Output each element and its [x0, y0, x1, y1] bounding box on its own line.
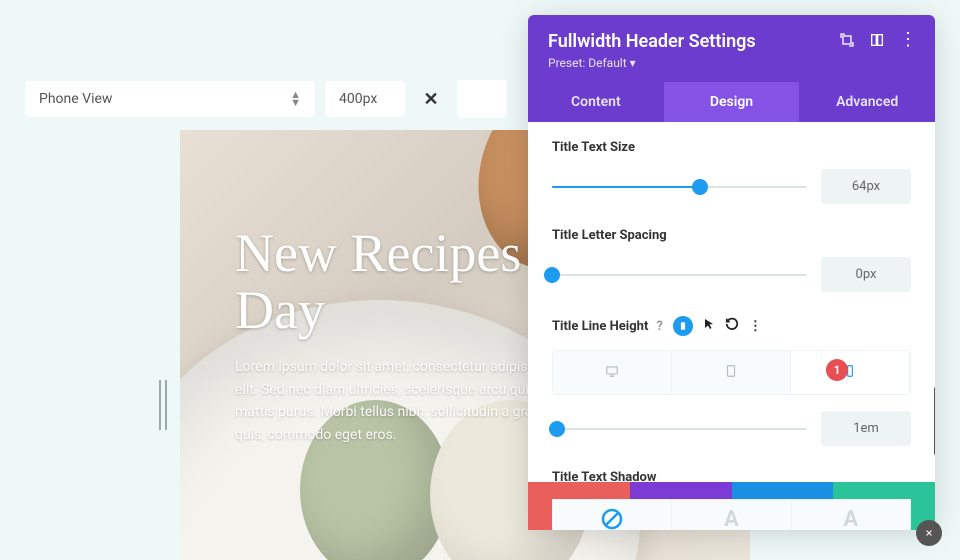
tab-content[interactable]: Content [528, 82, 664, 122]
responsive-icon[interactable] [673, 316, 693, 336]
slider-line-height[interactable] [552, 424, 807, 434]
device-tab-desktop[interactable] [553, 351, 672, 394]
slider-letter-spacing[interactable] [552, 270, 807, 280]
help-icon[interactable]: ? [656, 319, 662, 334]
shadow-option-1[interactable]: A [671, 499, 790, 530]
hero-body: Lorem ipsum dolor sit amet, consectetur … [235, 356, 575, 446]
label-line-height: Title Line Height ? ⋮ [552, 316, 911, 336]
expand-icon[interactable] [839, 31, 855, 49]
viewport-label: Phone View [39, 91, 112, 107]
panel-body: Title Text Size 64px Title Letter Spacin… [528, 122, 935, 482]
shadow-option-2[interactable]: A [791, 499, 911, 530]
field-title-text-size: Title Text Size 64px [552, 140, 911, 204]
caret-down-icon: ▾ [630, 56, 636, 70]
device-tab-phone[interactable] [791, 351, 910, 394]
viewport-height-input[interactable] [457, 80, 507, 118]
field-text-shadow: Title Text Shadow A A [552, 470, 911, 530]
more-icon[interactable]: ⋮ [749, 319, 762, 334]
field-letter-spacing: Title Letter Spacing 0px [552, 228, 911, 292]
slider-title-text-size[interactable] [552, 182, 807, 192]
viewport-width-input[interactable]: 400px [325, 81, 405, 117]
panel-header: Fullwidth Header Settings Preset: Defaul… [528, 15, 935, 82]
device-tab-tablet[interactable] [672, 351, 791, 394]
reset-icon[interactable] [725, 317, 739, 335]
viewport-dropdown[interactable]: Phone View ▲▼ [25, 81, 315, 117]
settings-panel: Fullwidth Header Settings Preset: Defaul… [528, 15, 935, 530]
annotation-badge: 1 [826, 359, 848, 381]
resize-handle-left[interactable] [156, 380, 170, 430]
snap-icon[interactable] [869, 31, 885, 49]
value-title-text-size[interactable]: 64px [821, 169, 911, 204]
value-line-height[interactable]: 1em [821, 411, 911, 446]
field-line-height: Title Line Height ? ⋮ 1 1em [552, 316, 911, 446]
panel-tabs: Content Design Advanced [528, 82, 935, 122]
chevron-updown-icon: ▲▼ [290, 91, 301, 107]
scrollbar-thumb[interactable] [934, 386, 935, 456]
hover-icon[interactable] [703, 317, 715, 335]
tab-design[interactable]: Design [664, 82, 800, 122]
shadow-option-none[interactable] [552, 499, 671, 530]
viewport-toolbar: Phone View ▲▼ 400px ✕ [25, 80, 507, 118]
expand-corner-button[interactable] [916, 520, 942, 546]
kebab-icon[interactable]: ⋮ [899, 31, 917, 49]
close-icon[interactable]: ✕ [415, 89, 447, 110]
tab-advanced[interactable]: Advanced [799, 82, 935, 122]
preset-dropdown[interactable]: Preset: Default ▾ [548, 56, 915, 70]
label-title-text-size: Title Text Size [552, 140, 911, 155]
value-letter-spacing[interactable]: 0px [821, 257, 911, 292]
label-letter-spacing: Title Letter Spacing [552, 228, 911, 243]
device-tabs: 1 [552, 350, 911, 395]
label-text-shadow: Title Text Shadow [552, 470, 911, 485]
